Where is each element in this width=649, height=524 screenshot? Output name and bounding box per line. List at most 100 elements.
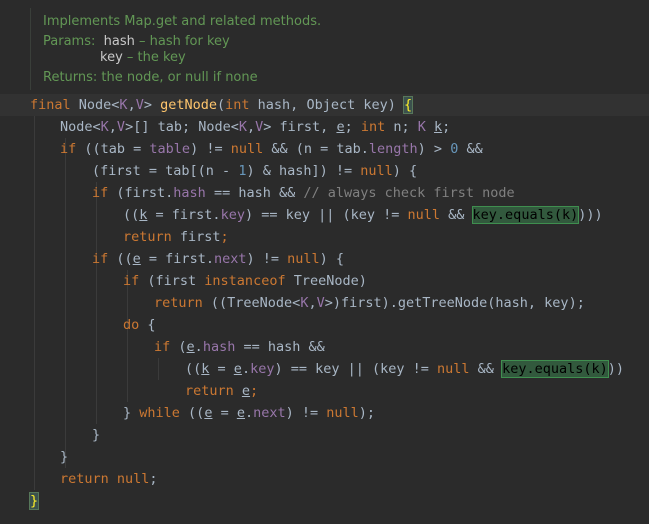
- code-token: &&: [448, 207, 473, 223]
- code-line[interactable]: } while ((e = e.next) != null);: [0, 402, 649, 424]
- code-token: while: [139, 405, 189, 421]
- code-token: null: [287, 251, 320, 267]
- code-token: &&: [477, 361, 503, 377]
- code-line[interactable]: ((k = e.key) == key || (key != null && k…: [0, 358, 649, 380]
- doc-returns-label: Returns:: [43, 70, 98, 85]
- code-token: return: [185, 383, 242, 399]
- code-token: e: [336, 119, 345, 135]
- code-token: length: [368, 141, 418, 157]
- code-token: ) == key || (key !=: [274, 361, 438, 377]
- code-token: if: [123, 273, 148, 289]
- code-token: =: [212, 405, 237, 421]
- code-token: first: [179, 229, 221, 245]
- doc-returns-desc: the node, or null if none: [97, 70, 258, 85]
- code-token: == hash &&: [243, 339, 325, 355]
- code-token: int: [360, 119, 394, 135]
- code-token: ))): [578, 207, 603, 223]
- code-token: ) >: [417, 141, 451, 157]
- code-line[interactable]: final Node<K,V> getNode(int hash, Object…: [0, 94, 649, 116]
- doc-params-label: Params:: [43, 34, 96, 49]
- code-token: null: [230, 141, 272, 157]
- code-token: == hash &&: [213, 185, 304, 201]
- code-token: ((tab =: [84, 141, 150, 157]
- code-token: hash: [173, 185, 214, 201]
- code-token: V: [135, 97, 144, 113]
- code-token: && (n = tab.: [271, 141, 369, 157]
- code-token: K: [119, 97, 128, 113]
- code-token: ,: [247, 119, 256, 135]
- code-token: }: [60, 449, 69, 465]
- code-token: int: [225, 97, 258, 113]
- code-token: ((: [188, 405, 205, 421]
- code-token: (first: [147, 273, 205, 289]
- code-token: (first = tab[(n -: [92, 163, 239, 179]
- code-line[interactable]: }: [0, 424, 649, 446]
- code-token: null: [360, 163, 393, 179]
- matched-brace: }: [28, 492, 40, 510]
- highlighted-usage: key.equals(k): [471, 206, 580, 224]
- code-token: if: [154, 339, 179, 355]
- doc-returns-row: Returns: the node, or null if none: [43, 70, 258, 86]
- code-token: (first.: [116, 185, 174, 201]
- code-token: ) == key || (key !=: [244, 207, 408, 223]
- code-token: ((: [185, 361, 202, 377]
- code-token: >)first).getTreeNode(hash, key);: [324, 295, 585, 311]
- code-token: return null: [60, 471, 150, 487]
- code-token: K: [100, 119, 109, 135]
- code-token: .: [241, 361, 251, 377]
- code-token: ;: [220, 229, 229, 245]
- doc-params-row-1: Params: hash – hash for key: [43, 34, 230, 50]
- code-token: .: [194, 339, 203, 355]
- code-token: (: [217, 97, 226, 113]
- code-line[interactable]: if (first.hash == hash && // always chec…: [0, 182, 649, 204]
- code-token: 0: [450, 141, 467, 157]
- code-token: }: [92, 427, 101, 443]
- code-token: ((: [123, 207, 140, 223]
- code-token: k: [434, 119, 443, 135]
- code-token: }: [123, 405, 140, 421]
- code-token: if: [92, 185, 117, 201]
- code-line[interactable]: if ((e = first.next) != null) {: [0, 248, 649, 270]
- code-token: Node<: [60, 119, 101, 135]
- code-line[interactable]: return ((TreeNode<K,V>)first).getTreeNod…: [0, 292, 649, 314]
- code-token: // always check first node: [303, 185, 515, 201]
- highlighted-usage: key.equals(k): [501, 360, 609, 378]
- code-token: if: [60, 141, 85, 157]
- code-line[interactable]: if (first instanceof TreeNode): [0, 270, 649, 292]
- doc-param-key: key: [100, 50, 123, 65]
- code-token: next: [253, 405, 286, 421]
- code-token: do: [123, 317, 148, 333]
- code-token: ,: [127, 97, 136, 113]
- code-line[interactable]: if ((tab = table) != null && (n = tab.le…: [0, 138, 649, 160]
- code-token: key: [220, 207, 245, 223]
- code-line[interactable]: (first = tab[(n - 1) & hash]) != null) {: [0, 160, 649, 182]
- code-token: =: [209, 361, 234, 377]
- code-token: ) !=: [190, 141, 231, 157]
- code-token: null: [437, 361, 478, 377]
- code-token: key: [250, 361, 275, 377]
- code-token: table: [149, 141, 191, 157]
- code-line[interactable]: do {: [0, 314, 649, 336]
- code-token: next: [213, 251, 247, 267]
- code-token: ((: [116, 251, 133, 267]
- code-token: {: [147, 317, 156, 333]
- doc-params-row-2: key – the key: [100, 50, 186, 66]
- code-token: ;: [442, 119, 451, 135]
- doc-param-hash: hash: [103, 34, 135, 49]
- code-token: final: [30, 97, 79, 113]
- code-token: (: [178, 339, 187, 355]
- code-token: ) & hash]) !=: [246, 163, 361, 179]
- code-token: hash, Object key): [257, 97, 404, 113]
- matched-brace: {: [402, 96, 414, 114]
- code-line[interactable]: if (e.hash == hash &&: [0, 336, 649, 358]
- code-token: >[] tab; Node<: [125, 119, 239, 135]
- code-line[interactable]: return e;: [0, 380, 649, 402]
- code-token: e: [241, 383, 251, 399]
- code-line[interactable]: Node<K,V>[] tab; Node<K,V> first, e; int…: [0, 116, 649, 138]
- code-token: = first.: [140, 251, 214, 267]
- code-line[interactable]: ((k = first.key) == key || (key != null …: [0, 204, 649, 226]
- code-line[interactable]: }: [0, 490, 649, 512]
- code-line[interactable]: return null;: [0, 468, 649, 490]
- code-line[interactable]: return first;: [0, 226, 649, 248]
- code-line[interactable]: }: [0, 446, 649, 468]
